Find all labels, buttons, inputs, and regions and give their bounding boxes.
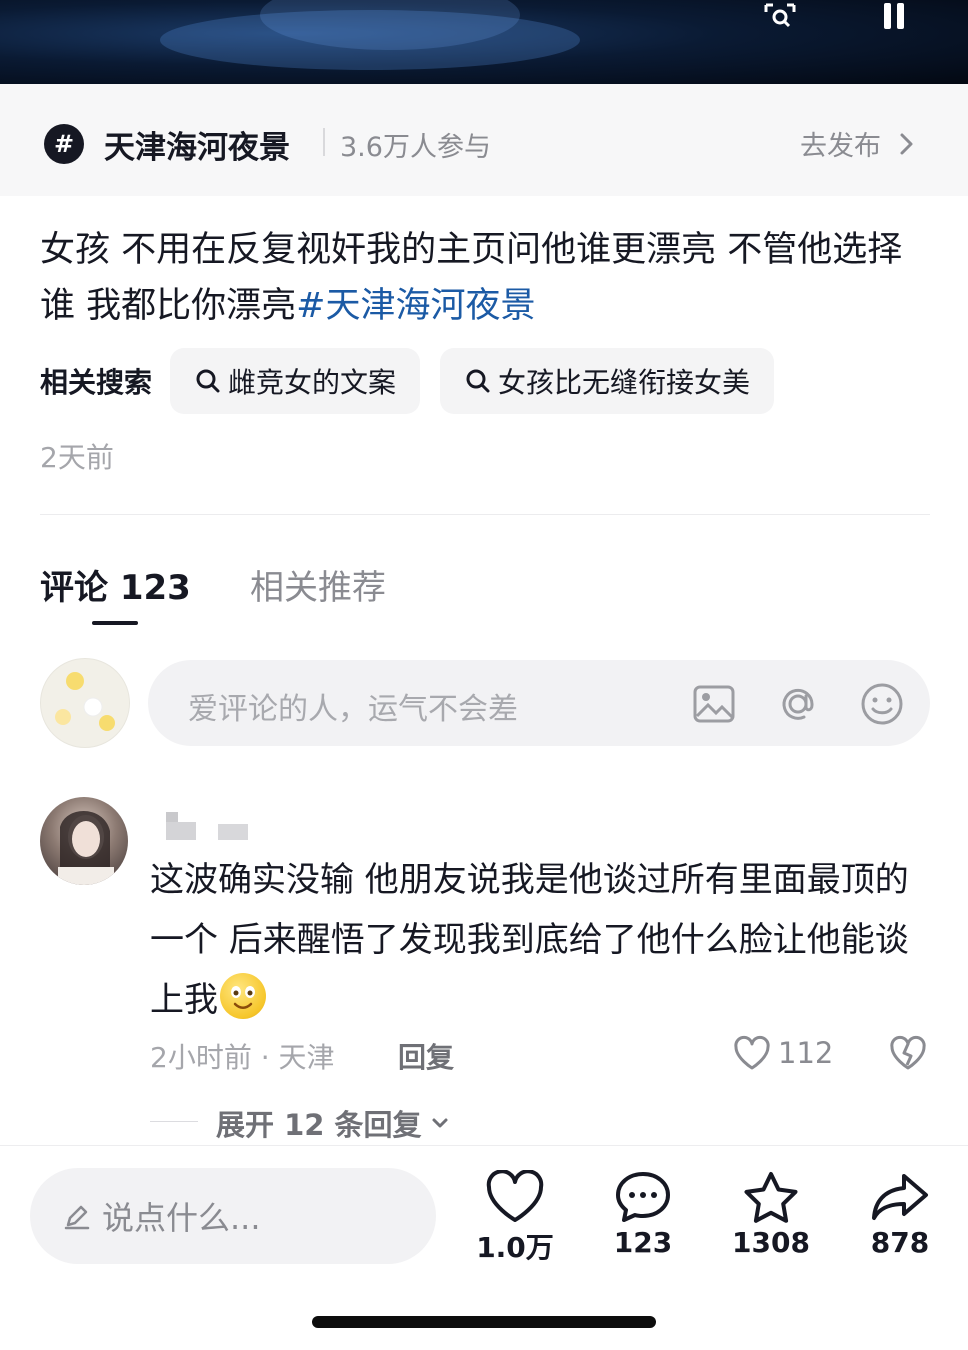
favorite-button[interactable]: 1308	[721, 1170, 821, 1259]
tab-related-recommendations[interactable]: 相关推荐	[250, 560, 386, 609]
expand-replies-button[interactable]: 展开 12 条回复	[216, 1102, 452, 1144]
expand-line	[150, 1121, 198, 1122]
search-icon	[196, 369, 220, 393]
comment-text: 这波确实没输 他朋友说我是他谈过所有里面最顶的一个 后来醒悟了发现我到底给了他什…	[150, 850, 930, 1030]
commenter-name-mosaic[interactable]	[166, 812, 248, 840]
video-player-strip[interactable]	[0, 0, 968, 84]
smiley-emoji-icon	[220, 973, 266, 1019]
comment-like-button[interactable]: 112	[732, 1034, 833, 1072]
go-publish-label: 去发布	[800, 131, 881, 162]
expand-replies-label: 展开 12 条回复	[216, 1108, 422, 1142]
comment-button[interactable]: 123	[593, 1170, 693, 1259]
comment-meta: 2小时前 · 天津	[150, 1041, 335, 1074]
mention-icon[interactable]	[776, 682, 820, 726]
image-icon[interactable]	[692, 682, 736, 726]
broken-heart-icon	[890, 1035, 926, 1070]
topic-name[interactable]: 天津海河夜景	[104, 122, 290, 167]
related-search-label: 相关搜索	[40, 366, 153, 399]
caption-hashtag-link[interactable]: #天津海河夜景	[296, 286, 535, 326]
share-arrow-icon	[872, 1174, 928, 1220]
topic-separator	[323, 128, 325, 156]
say-something-placeholder: 说点什么...	[102, 1199, 261, 1237]
comment-like-count: 112	[778, 1036, 834, 1070]
divider	[40, 514, 930, 515]
chevron-down-icon	[432, 1118, 448, 1128]
related-search-text: 女孩比无缝衔接女美	[498, 366, 751, 399]
pencil-icon	[64, 1205, 90, 1230]
chevron-right-icon	[900, 133, 913, 154]
favorite-count: 1308	[732, 1226, 810, 1259]
related-search: 相关搜索 雌竞女的文案 女孩比无缝衔接女美	[40, 348, 794, 414]
my-avatar[interactable]	[40, 658, 130, 748]
heart-outline-icon	[734, 1035, 770, 1070]
post-time: 2天前	[40, 441, 114, 474]
home-indicator[interactable]	[312, 1316, 656, 1328]
commenter-avatar[interactable]	[40, 797, 128, 885]
heart-icon	[486, 1170, 544, 1222]
comment-bubble-icon	[616, 1172, 670, 1222]
like-count: 1.0万	[476, 1231, 554, 1264]
share-button[interactable]: 878	[850, 1170, 950, 1259]
hashtag-icon: #	[44, 124, 84, 164]
star-icon	[744, 1172, 798, 1223]
comment-input[interactable]: 爱评论的人，运气不会差	[148, 660, 930, 746]
share-count: 878	[870, 1226, 930, 1259]
related-search-text: 雌竞女的文案	[228, 366, 397, 399]
image-search-icon[interactable]	[760, 0, 800, 36]
like-button[interactable]: 1.0万	[465, 1170, 565, 1266]
reply-button[interactable]: 回复	[398, 1036, 454, 1076]
comment-input-placeholder: 爱评论的人，运气不会差	[188, 692, 518, 727]
topic-participants: 3.6万人参与	[340, 132, 491, 163]
comment-dislike-button[interactable]	[888, 1034, 928, 1076]
pause-icon[interactable]	[874, 0, 914, 36]
related-search-chip[interactable]: 女孩比无缝衔接女美	[440, 348, 775, 414]
active-tab-indicator	[92, 621, 138, 625]
related-search-chip[interactable]: 雌竞女的文案	[170, 348, 421, 414]
say-something-input[interactable]: 说点什么...	[30, 1168, 436, 1264]
tab-comments[interactable]: 评论 123	[40, 560, 191, 609]
go-publish-button[interactable]: 去发布	[800, 124, 921, 163]
comment-count: 123	[613, 1226, 673, 1259]
emoji-icon[interactable]	[860, 682, 904, 726]
post-caption: 女孩 不用在反复视奸我的主页问他谁更漂亮 不管他选择谁 我都比你漂亮#天津海河夜…	[40, 222, 930, 334]
search-icon	[466, 369, 490, 393]
